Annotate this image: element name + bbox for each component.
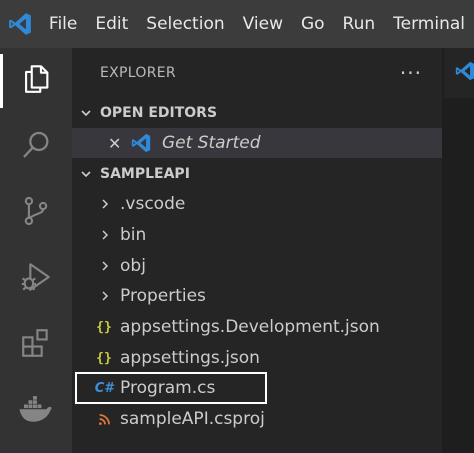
menu-bar: File Edit Selection View Go Run Terminal [40,0,474,48]
open-editors-title: OPEN EDITORS [100,105,218,121]
file-label: appsettings.Development.json [120,317,380,337]
chevron-down-icon [72,168,100,180]
folder-label: Properties [120,286,206,306]
file-label: appsettings.json [120,348,260,368]
open-editor-label: Get Started [162,133,261,153]
explorer-sidebar: EXPLORER ··· OPEN EDITORS ✕ Get Started … [72,48,442,453]
file-label: Program.cs [120,378,216,398]
explorer-title: EXPLORER [100,65,176,81]
file-sampleapi-csproj[interactable]: sampleAPI.csproj [72,404,442,434]
source-control-activity-button[interactable] [0,180,72,246]
docker-icon [18,394,54,428]
menu-terminal[interactable]: Terminal [384,0,474,48]
menu-go[interactable]: Go [292,0,334,48]
folder-label: obj [120,256,146,276]
editor-area [444,48,474,453]
menu-run[interactable]: Run [334,0,385,48]
more-actions-button[interactable]: ··· [400,63,422,83]
extensions-icon [19,326,53,364]
menu-file[interactable]: File [40,0,86,48]
workspace-title: SAMPLEAPI [100,166,190,182]
editor-tab-partial[interactable] [444,48,474,98]
search-activity-button[interactable] [0,114,72,180]
menu-edit[interactable]: Edit [86,0,137,48]
search-icon [19,128,53,166]
vscode-tab-icon [454,60,474,86]
file-program-cs[interactable]: C# Program.cs [72,373,442,403]
docker-activity-button[interactable] [0,378,72,444]
file-appsettings-development-json[interactable]: {} appsettings.Development.json [72,312,442,342]
file-appsettings-json[interactable]: {} appsettings.json [72,343,442,373]
activity-bar [0,48,72,453]
open-editor-item-get-started[interactable]: ✕ Get Started [72,128,442,158]
json-file-icon: {} [96,350,112,366]
chevron-right-icon [98,290,112,302]
files-icon [19,62,53,100]
json-file-icon: {} [96,319,112,335]
close-editor-button[interactable]: ✕ [108,134,121,153]
folder-bin[interactable]: bin [72,220,442,250]
folder-vscode[interactable]: .vscode [72,189,442,219]
csharp-file-icon: C# [94,380,114,396]
run-debug-activity-button[interactable] [0,246,72,312]
explorer-activity-button[interactable] [0,48,72,114]
extensions-activity-button[interactable] [0,312,72,378]
folder-label: .vscode [120,194,186,214]
open-editors-section-header[interactable]: OPEN EDITORS [72,98,442,128]
folder-obj[interactable]: obj [72,251,442,281]
workspace-section-header[interactable]: SAMPLEAPI [72,159,442,189]
menu-selection[interactable]: Selection [137,0,233,48]
chevron-right-icon [98,198,112,210]
chevron-right-icon [98,260,112,272]
vscode-logo-icon [0,0,40,48]
vscode-tab-icon [130,132,152,159]
source-control-icon [19,194,53,232]
explorer-header: EXPLORER ··· [72,48,442,98]
chevron-down-icon [72,107,100,119]
run-debug-icon [19,260,53,298]
rss-file-icon [94,413,114,426]
folder-properties[interactable]: Properties [72,281,442,311]
menu-view[interactable]: View [234,0,292,48]
file-label: sampleAPI.csproj [120,409,265,429]
chevron-right-icon [98,229,112,241]
folder-label: bin [120,225,147,245]
title-bar: File Edit Selection View Go Run Terminal [0,0,474,48]
